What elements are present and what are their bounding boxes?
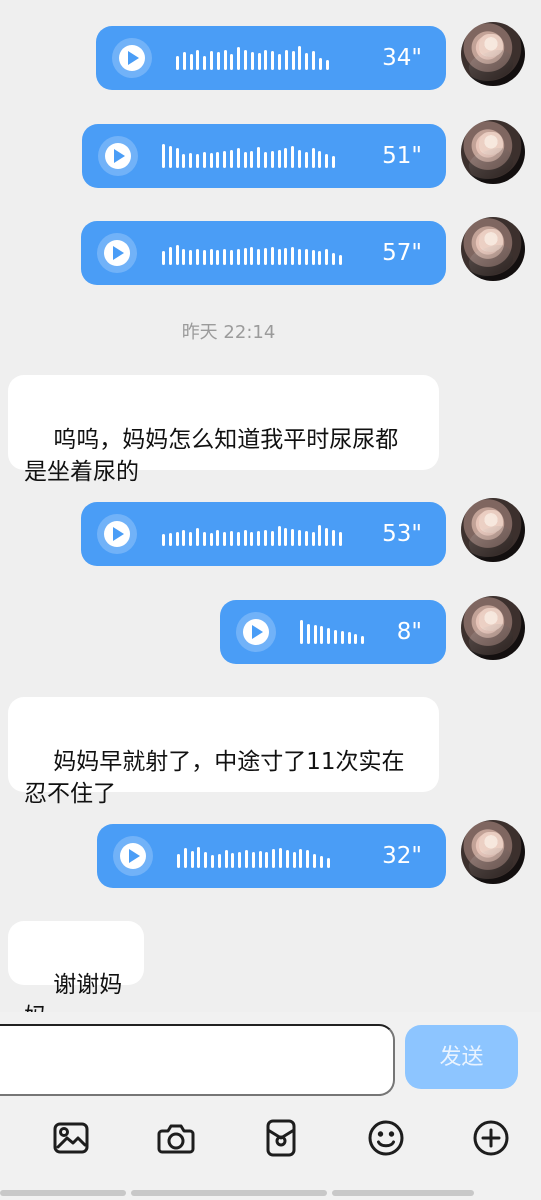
audio-waveform (162, 241, 342, 265)
avatar[interactable] (461, 498, 525, 562)
bottom-divider-right (332, 1190, 474, 1196)
play-button[interactable] (112, 38, 152, 78)
avatar[interactable] (461, 120, 525, 184)
avatar[interactable] (461, 596, 525, 660)
voice-duration: 57" (382, 240, 422, 266)
bottom-divider-left (0, 1190, 126, 1196)
voice-duration: 8" (396, 619, 422, 645)
play-icon (128, 51, 139, 65)
play-icon (114, 149, 125, 163)
play-button[interactable] (98, 136, 138, 176)
voice-message[interactable]: 32" (97, 824, 446, 888)
voice-duration: 34" (382, 45, 422, 71)
red-packet-icon[interactable] (261, 1118, 301, 1158)
play-icon (129, 849, 140, 863)
plus-icon[interactable] (471, 1118, 511, 1158)
composer-bar: 发送 (0, 1012, 541, 1200)
incoming-message[interactable]: 呜呜，妈妈怎么知道我平时尿尿都 是坐着尿的 (8, 375, 439, 485)
audio-waveform (162, 144, 335, 168)
message-text: 谢谢妈妈 (24, 972, 123, 1012)
avatar[interactable] (461, 820, 525, 884)
voice-message[interactable]: 34" (96, 26, 446, 90)
message-text: 妈妈早就射了，中途寸了11次实在 忍不住了 (24, 749, 405, 807)
voice-duration: 32" (382, 843, 422, 869)
chat-area: 34" 51" 57" 昨天 22:14 呜呜，妈妈怎么知道我平时尿尿都 是坐着… (0, 0, 541, 1012)
audio-waveform (176, 46, 329, 70)
audio-waveform (300, 620, 365, 644)
chat-toolbar (0, 1104, 541, 1176)
bottom-divider-center (131, 1190, 327, 1196)
incoming-message[interactable]: 妈妈早就射了，中途寸了11次实在 忍不住了 (8, 697, 439, 807)
emoji-icon[interactable] (366, 1118, 406, 1158)
send-button[interactable]: 发送 (405, 1025, 518, 1089)
play-icon (113, 246, 124, 260)
play-icon (113, 527, 124, 541)
voice-duration: 51" (382, 143, 422, 169)
image-icon[interactable] (51, 1118, 91, 1158)
play-button[interactable] (97, 514, 137, 554)
avatar[interactable] (461, 217, 525, 281)
voice-message[interactable]: 51" (82, 124, 446, 188)
play-button[interactable] (236, 612, 276, 652)
message-text: 呜呜，妈妈怎么知道我平时尿尿都 是坐着尿的 (24, 427, 399, 485)
message-timestamp: 昨天 22:14 (181, 322, 276, 343)
voice-message[interactable]: 53" (81, 502, 446, 566)
play-button[interactable] (97, 233, 137, 273)
audio-waveform (162, 522, 342, 546)
voice-message[interactable]: 57" (81, 221, 446, 285)
avatar[interactable] (461, 22, 525, 86)
voice-duration: 53" (382, 521, 422, 547)
camera-icon[interactable] (156, 1118, 196, 1158)
audio-waveform (177, 844, 330, 868)
voice-message[interactable]: 8" (220, 600, 446, 664)
play-icon (252, 625, 263, 639)
play-button[interactable] (113, 836, 153, 876)
message-input[interactable] (0, 1024, 395, 1096)
incoming-message[interactable]: 谢谢妈妈 (8, 921, 144, 1012)
